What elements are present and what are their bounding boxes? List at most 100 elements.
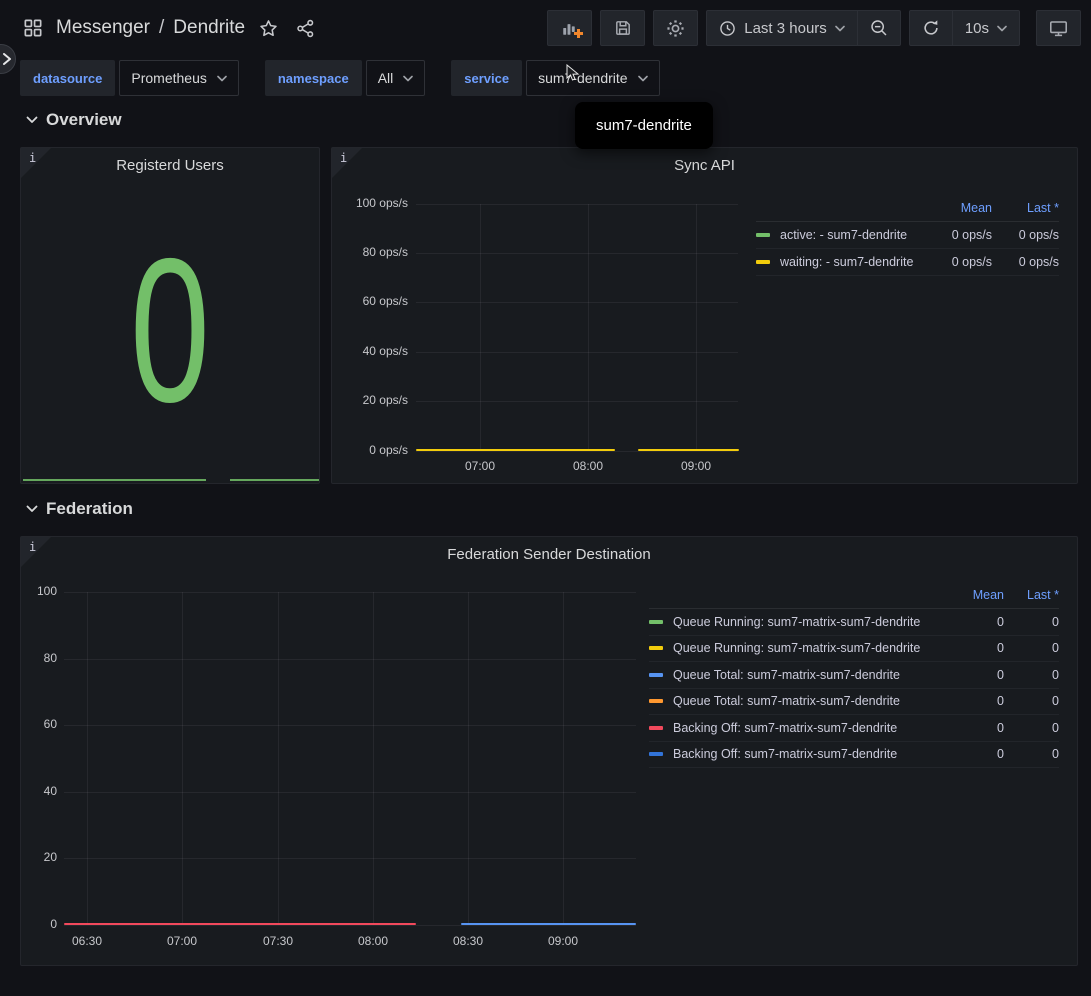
y-axis-tick: 100 ops/s xyxy=(332,196,408,210)
gridline xyxy=(373,592,374,925)
chevron-right-icon xyxy=(2,53,12,65)
share-button[interactable] xyxy=(292,15,319,42)
legend-col-last[interactable]: Last * xyxy=(1004,588,1059,602)
info-icon: i xyxy=(29,540,36,554)
series-label[interactable]: Queue Running: sum7-matrix-sum7-dendrite xyxy=(673,641,944,655)
series-mean: 0 xyxy=(944,747,1004,761)
gridline xyxy=(64,925,636,926)
grafana-dashboard: Messenger / Dendrite xyxy=(0,0,1091,996)
add-panel-button[interactable] xyxy=(547,10,592,46)
time-range-picker[interactable]: Last 3 hours xyxy=(707,11,857,45)
legend-row: Queue Running: sum7-matrix-sum7-dendrite… xyxy=(649,636,1059,663)
y-axis-tick: 0 ops/s xyxy=(332,443,408,457)
variable-label-namespace: namespace xyxy=(265,60,362,96)
variable-value-namespace[interactable]: All xyxy=(366,60,426,96)
series-line-backing-off xyxy=(64,923,416,925)
series-last: 0 xyxy=(1004,747,1059,761)
series-label[interactable]: waiting: - sum7-dendrite xyxy=(780,255,920,269)
mouse-cursor xyxy=(566,64,580,82)
panel-title[interactable]: Federation Sender Destination xyxy=(61,546,1037,563)
series-swatch[interactable] xyxy=(649,620,663,624)
top-navbar: Messenger / Dendrite xyxy=(0,0,1091,56)
chevron-down-icon xyxy=(26,505,38,513)
legend-header: Mean Last * xyxy=(756,198,1059,222)
variable-value-service[interactable]: sum7-dendrite xyxy=(526,60,660,96)
series-label[interactable]: Backing Off: sum7-matrix-sum7-dendrite xyxy=(673,747,944,761)
gridline xyxy=(416,451,738,452)
variable-value-datasource[interactable]: Prometheus xyxy=(119,60,238,96)
x-axis-tick: 08:00 xyxy=(548,459,628,473)
refresh-dashboard-button[interactable] xyxy=(910,11,952,45)
stat-value: 0 xyxy=(66,236,275,426)
series-last: 0 xyxy=(1004,694,1059,708)
series-swatch[interactable] xyxy=(756,233,770,237)
series-line-waiting xyxy=(638,449,739,451)
series-label[interactable]: active: - sum7-dendrite xyxy=(780,228,920,242)
sparkline-segment xyxy=(230,479,319,481)
gridline xyxy=(416,352,738,353)
variable-label-service: service xyxy=(451,60,522,96)
series-last: 0 ops/s xyxy=(992,255,1059,269)
gridline xyxy=(563,592,564,925)
dashboard-toolbar: Last 3 hours 10s xyxy=(547,10,1081,46)
gridline xyxy=(416,253,738,254)
legend-col-mean[interactable]: Mean xyxy=(944,588,1004,602)
breadcrumb-folder[interactable]: Messenger xyxy=(56,17,150,39)
section-federation[interactable]: Federation xyxy=(26,499,133,519)
legend-row: Queue Running: sum7-matrix-sum7-dendrite… xyxy=(649,609,1059,636)
variable-datasource: datasource Prometheus xyxy=(20,60,239,96)
y-axis-tick: 20 ops/s xyxy=(332,393,408,407)
panel-title[interactable]: Sync API xyxy=(372,157,1037,174)
section-overview[interactable]: Overview xyxy=(26,110,122,130)
zoom-out-time-button[interactable] xyxy=(858,11,900,45)
series-mean: 0 ops/s xyxy=(920,228,992,242)
series-label[interactable]: Queue Running: sum7-matrix-sum7-dendrite xyxy=(673,615,944,629)
series-swatch[interactable] xyxy=(649,673,663,677)
time-controls-group: Last 3 hours xyxy=(706,10,901,46)
cycle-view-mode-button[interactable] xyxy=(1036,10,1081,46)
share-icon xyxy=(296,19,315,38)
series-mean: 0 xyxy=(944,668,1004,682)
series-swatch[interactable] xyxy=(649,752,663,756)
save-dashboard-button[interactable] xyxy=(600,10,645,46)
series-label[interactable]: Queue Total: sum7-matrix-sum7-dendrite xyxy=(673,694,944,708)
x-axis-tick: 08:30 xyxy=(428,934,508,948)
y-axis-tick: 60 xyxy=(21,717,57,731)
chevron-down-icon xyxy=(403,75,413,82)
series-swatch[interactable] xyxy=(649,699,663,703)
favorite-star-button[interactable] xyxy=(255,15,282,42)
series-label[interactable]: Backing Off: sum7-matrix-sum7-dendrite xyxy=(673,721,944,735)
star-icon xyxy=(259,19,278,38)
plus-icon xyxy=(574,29,583,38)
chevron-down-icon xyxy=(997,25,1007,32)
panel-title[interactable]: Registerd Users xyxy=(61,157,279,174)
dashboard-settings-button[interactable] xyxy=(653,10,698,46)
info-icon: i xyxy=(340,151,347,165)
gridline xyxy=(468,592,469,925)
breadcrumb-separator: / xyxy=(159,17,164,39)
series-label[interactable]: Queue Total: sum7-matrix-sum7-dendrite xyxy=(673,668,944,682)
x-axis-tick: 09:00 xyxy=(656,459,736,473)
chevron-down-icon xyxy=(217,75,227,82)
legend: Mean Last * Queue Running: sum7-matrix-s… xyxy=(649,585,1059,768)
x-axis-tick: 06:30 xyxy=(47,934,127,948)
variable-label-datasource: datasource xyxy=(20,60,115,96)
dashboards-grid-icon[interactable] xyxy=(20,15,46,41)
series-last: 0 xyxy=(1004,641,1059,655)
series-last: 0 ops/s xyxy=(992,228,1059,242)
refresh-icon xyxy=(922,19,940,37)
y-axis-tick: 40 ops/s xyxy=(332,344,408,358)
refresh-interval-dropdown[interactable]: 10s xyxy=(953,11,1019,45)
series-line-waiting xyxy=(416,449,615,451)
legend-col-mean[interactable]: Mean xyxy=(920,201,992,215)
variable-value-text: Prometheus xyxy=(131,70,206,86)
series-swatch[interactable] xyxy=(649,646,663,650)
gridline xyxy=(64,858,636,859)
legend-row: Queue Total: sum7-matrix-sum7-dendrite 0… xyxy=(649,689,1059,716)
series-swatch[interactable] xyxy=(756,260,770,264)
legend-col-last[interactable]: Last * xyxy=(992,201,1059,215)
series-swatch[interactable] xyxy=(649,726,663,730)
gridline xyxy=(64,592,636,593)
legend-row: active: - sum7-dendrite 0 ops/s 0 ops/s xyxy=(756,222,1059,249)
legend: Mean Last * active: - sum7-dendrite 0 op… xyxy=(756,198,1059,276)
